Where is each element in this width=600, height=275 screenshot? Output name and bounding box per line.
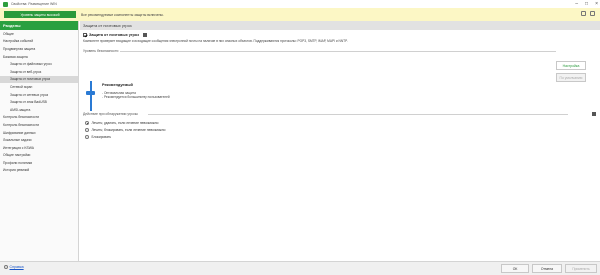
status-message: Все рекомендуемые компоненты защиты вклю… [81, 12, 164, 17]
status-bar: Уровень защиты высокий Все рекомендуемые… [0, 8, 600, 21]
radio-button[interactable] [85, 135, 89, 139]
lock-icon[interactable] [592, 112, 596, 116]
component-description: Компонент проверяет входящие и исходящие… [83, 39, 348, 43]
sidebar-item[interactable]: Настройка событий [0, 38, 78, 46]
settings-icon[interactable] [590, 11, 595, 16]
help-icon [4, 265, 8, 269]
section-divider [148, 114, 568, 115]
main-content: Защита от почтовых угроз Защита от почто… [80, 21, 600, 261]
page-title: Защита от почтовых угроз [80, 21, 600, 30]
window-title: Свойства: Размещение WIN [11, 2, 57, 6]
action-option[interactable]: Лечить; блокировать, если лечение невозм… [85, 128, 165, 132]
sidebar-header: Разделы [0, 21, 78, 30]
action-title: Действие при обнаружении угрозы [83, 112, 138, 116]
sidebar-item[interactable]: Продвинутая защита [0, 45, 78, 53]
bottom-bar: Справка ОК Отмена Применить [0, 261, 600, 275]
lock-icon[interactable] [581, 11, 586, 16]
sidebar-item[interactable]: Шифрование данных [0, 129, 78, 137]
sidebar-item[interactable]: Общие [0, 30, 78, 38]
security-slider-thumb[interactable] [86, 91, 95, 95]
action-option-label: Лечить; блокировать, если лечение невозм… [91, 128, 166, 132]
action-option-label: Блокировать [91, 135, 112, 139]
sidebar-item[interactable]: Защита от файловых угроз [0, 60, 78, 68]
sidebar-item[interactable]: История ревизий [0, 167, 78, 175]
sidebar-item[interactable]: Защита от веб-угроз [0, 68, 78, 76]
security-slider-track[interactable] [90, 81, 92, 111]
security-level-title: Уровень безопасности [83, 49, 119, 53]
section-divider [120, 51, 556, 52]
minimize-icon[interactable]: – [575, 1, 578, 7]
radio-button[interactable] [85, 128, 89, 132]
default-button[interactable]: По умолчанию [556, 73, 586, 82]
radio-button[interactable] [85, 121, 89, 125]
window-controls: – □ × [575, 0, 598, 8]
sidebar: Разделы Общие Настройка событий Продвинута… [0, 21, 79, 261]
sidebar-item[interactable]: Интеграция с KSWA [0, 144, 78, 152]
sidebar-list: Общие Настройка событий Продвинутая защита… [0, 30, 78, 174]
top-icons [581, 11, 595, 16]
protection-status-badge: Уровень защиты высокий [4, 11, 76, 18]
sidebar-item[interactable]: Общие настройки [0, 152, 78, 160]
level-desc-line: - Рекомендуется большинству пользователе… [102, 95, 170, 100]
action-option[interactable]: Блокировать [85, 135, 111, 139]
protection-label: Защита от почтовых угроз [89, 33, 139, 37]
settings-button[interactable]: Настройка [556, 61, 586, 70]
sidebar-item[interactable]: Контроль безопасности [0, 114, 78, 122]
maximize-icon[interactable]: □ [585, 1, 588, 7]
help-link[interactable]: Справка [4, 265, 24, 269]
app-icon [3, 1, 8, 7]
action-option[interactable]: Лечить; удалять, если лечение невозможно [85, 121, 158, 125]
action-option-label: Лечить; удалять, если лечение невозможно [91, 121, 159, 125]
sidebar-item[interactable]: Защита от атак BadUSB [0, 98, 78, 106]
lock-icon[interactable] [142, 33, 147, 37]
sidebar-item[interactable]: Базовая защита [0, 53, 78, 61]
close-icon[interactable]: × [595, 1, 598, 7]
security-level-name: Рекомендуемый [102, 83, 133, 87]
sidebar-item[interactable]: Контроль безопасности [0, 121, 78, 129]
sidebar-item[interactable]: Профили политики [0, 159, 78, 167]
title-bar: Свойства: Размещение WIN – □ × [0, 0, 600, 8]
sidebar-item[interactable]: AMSI-защита [0, 106, 78, 114]
cancel-button[interactable]: Отмена [532, 264, 562, 273]
security-level-description: - Оптимальная защита - Рекомендуется бол… [102, 91, 170, 100]
protection-toggle-row: Защита от почтовых угроз [83, 33, 147, 37]
sidebar-item[interactable]: Защита от сетевых угроз [0, 91, 78, 99]
ok-button[interactable]: ОК [501, 264, 529, 273]
protection-checkbox[interactable] [83, 33, 87, 37]
apply-button[interactable]: Применить [565, 264, 597, 273]
help-label: Справка [9, 265, 24, 269]
sidebar-item[interactable]: Сетевой экран [0, 83, 78, 91]
sidebar-item[interactable]: Защита от почтовых угроз [0, 75, 78, 84]
sidebar-item[interactable]: Локальные задачи [0, 136, 78, 144]
